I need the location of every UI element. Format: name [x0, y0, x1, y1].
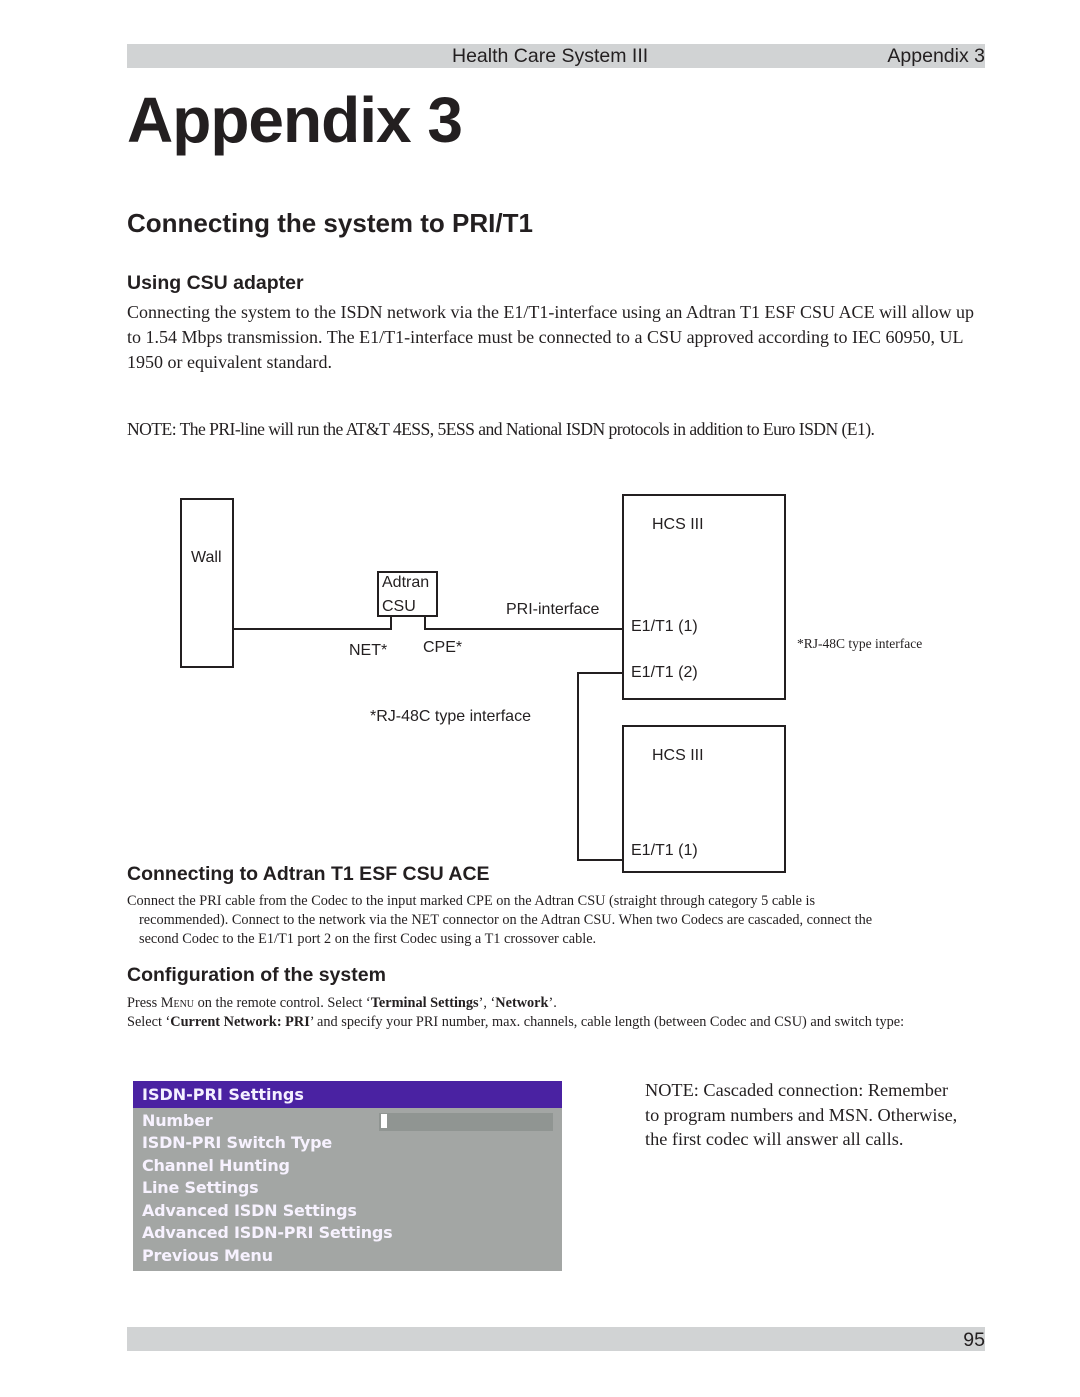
adtran-paragraph-line1: Connect the PRI cable from the Codec to … — [127, 893, 816, 909]
cpe-label: CPE* — [423, 639, 463, 656]
config-line2-prefix: Select ‘ — [127, 1014, 171, 1030]
hcs-top-box — [622, 494, 786, 700]
hcs-top-port2: E1/T1 (2) — [631, 664, 698, 681]
hcs-top-port1: E1/T1 (1) — [631, 618, 698, 635]
config-heading: Configuration of the system — [127, 964, 386, 986]
menu-item-previous-menu[interactable]: Previous Menu — [142, 1245, 273, 1267]
config-line1-sep: ’, ‘ — [478, 995, 496, 1011]
text-cursor — [381, 1114, 387, 1128]
menu-key-name: Menu — [160, 995, 195, 1011]
config-line2: Select ‘Current Network: PRI’ and specif… — [127, 1013, 904, 1032]
csu-box — [377, 571, 438, 617]
csu-paragraph: Connecting the system to the ISDN networ… — [127, 302, 975, 372]
hcs-bottom-port1: E1/T1 (1) — [631, 842, 698, 859]
header-title: Health Care System III — [452, 45, 649, 67]
menu-item-line-settings[interactable]: Line Settings — [142, 1177, 259, 1199]
section-title: Connecting the system to PRI/T1 — [127, 208, 533, 238]
config-line2-rest: ’ and specify your PRI number, max. chan… — [309, 1014, 905, 1030]
menu-item-number[interactable]: Number — [142, 1110, 213, 1132]
adtran-paragraph-line2: recommended). Connect to the network via… — [139, 912, 873, 928]
hcs-bottom-title: HCS III — [652, 747, 704, 764]
menu-item-advanced-isdn[interactable]: Advanced ISDN Settings — [142, 1200, 357, 1222]
number-input[interactable] — [379, 1113, 553, 1131]
page-title: Appendix 3 — [127, 84, 463, 156]
cpe-cable — [424, 616, 623, 630]
menu-item-advanced-isdn-pri[interactable]: Advanced ISDN-PRI Settings — [142, 1222, 393, 1244]
protocol-note: NOTE: The PRI-line will run the AT&T 4ES… — [127, 419, 875, 439]
adtran-paragraph-line3: second Codec to the E1/T1 port 2 on the … — [139, 931, 597, 947]
menu-item-switch-type[interactable]: ISDN-PRI Switch Type — [142, 1132, 332, 1154]
cascade-note: NOTE: Cascaded connection: Remember to p… — [645, 1080, 958, 1150]
hcs-top-title: HCS III — [652, 516, 704, 533]
csu-label-line2: CSU — [382, 598, 416, 615]
net-cable — [233, 616, 392, 630]
terminal-settings-ref: Terminal Settings — [370, 995, 479, 1011]
csu-label-line1: Adtran — [382, 574, 430, 591]
config-line1-end: ’. — [548, 995, 557, 1011]
config-line1-prefix: Press — [127, 995, 161, 1011]
current-network-ref: Current Network: PRI — [170, 1014, 310, 1030]
hcs-bottom-box — [622, 725, 786, 873]
header-section: Appendix 3 — [887, 45, 985, 67]
menu-title: ISDN-PRI Settings — [142, 1085, 304, 1104]
config-line1-mid: on the remote control. Select ‘ — [194, 995, 371, 1011]
wall-box — [180, 498, 234, 668]
menu-item-channel-hunting[interactable]: Channel Hunting — [142, 1155, 290, 1177]
csu-heading: Using CSU adapter — [127, 272, 304, 294]
menu-header: ISDN-PRI Settings — [133, 1081, 562, 1108]
rj48c-note-center: *RJ-48C type interface — [370, 708, 531, 725]
page-number: 95 — [963, 1329, 985, 1351]
wall-label: Wall — [191, 549, 222, 566]
isdn-pri-settings-menu: ISDN-PRI Settings Number ISDN-PRI Switch… — [133, 1081, 562, 1271]
net-label: NET* — [349, 642, 388, 659]
footer-bar — [127, 1327, 985, 1351]
network-ref: Network — [495, 995, 549, 1011]
pri-interface-label: PRI-interface — [506, 601, 600, 618]
config-line1: Press Menu on the remote control. Select… — [127, 994, 557, 1013]
adtran-heading: Connecting to Adtran T1 ESF CSU ACE — [127, 863, 490, 885]
rj48c-note-right: *RJ-48C type interface — [797, 636, 923, 651]
crossover-cable — [577, 672, 623, 861]
